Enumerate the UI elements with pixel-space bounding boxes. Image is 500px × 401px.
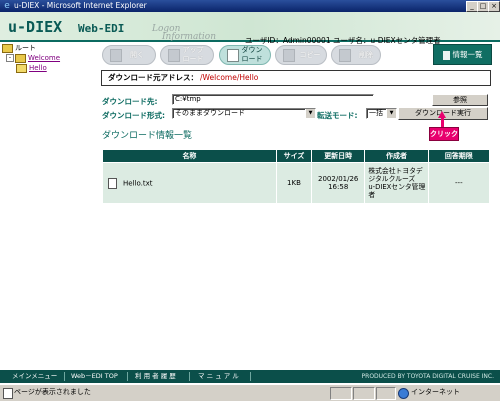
logon-line2: Information	[162, 32, 217, 42]
transfer-mode-label: 転送モード:	[317, 111, 358, 120]
download-source-address: ダウンロード元アドレス：/Welcome/Hello	[101, 70, 491, 86]
security-zone-label: インターネット	[411, 388, 460, 396]
app-logo: u-DIEX	[8, 18, 63, 36]
destination-input[interactable]: C:¥tmp	[172, 94, 374, 105]
collapse-icon[interactable]: -	[6, 54, 14, 62]
footer-edi-top-link[interactable]: Web－EDI TOP	[71, 370, 118, 383]
browser-status-bar: ページが表示されました インターネット	[0, 384, 500, 401]
callout-stem	[441, 117, 444, 127]
file-size-cell: 1KB	[276, 163, 312, 203]
status-panel	[376, 387, 396, 400]
upload-label: アップ ロード	[182, 46, 204, 63]
open-folder-icon	[16, 63, 27, 73]
address-label: ダウンロード元アドレス：	[108, 73, 198, 82]
table-row[interactable]: Hello.txt 1KB 2002/01/26 16:58 株式会社トヨタデ …	[103, 163, 489, 203]
transfer-mode-select[interactable]: 一括 ▼	[366, 108, 397, 119]
col-deadline-header: 回答期限	[428, 150, 489, 162]
footer-user-history-link[interactable]: 利 用 者 履 歴	[135, 370, 176, 383]
author-line: u-DIEXセンタ管理	[368, 183, 426, 191]
footer-manual-link[interactable]: マ ニ ュ ア ル	[198, 370, 239, 383]
col-size-header: サイズ	[276, 150, 312, 162]
file-icon	[108, 177, 117, 189]
col-name-header: 名称	[103, 150, 276, 162]
tree-link-welcome[interactable]: Welcome	[28, 54, 60, 62]
copy-label: コピー	[299, 51, 321, 59]
window-title-bar: e u-DIEX - Microsoft Internet Explorer _…	[0, 0, 500, 12]
list-icon	[442, 50, 450, 60]
chevron-down-icon[interactable]: ▼	[305, 109, 315, 118]
file-time: 16:58	[328, 183, 349, 191]
download-table: 名称 サイズ 更新日時 作成者 回答期限 Hello.txt 1KB 2002/…	[102, 149, 490, 204]
copy-icon	[283, 49, 295, 62]
file-name: Hello.txt	[123, 179, 153, 187]
footer-divider	[127, 372, 128, 381]
format-select[interactable]: そのままダウンロード ▼	[172, 108, 316, 119]
footer-divider	[250, 372, 251, 381]
destination-label: ダウンロード先:	[102, 97, 158, 106]
status-text: ページが表示されました	[14, 388, 91, 396]
upload-button[interactable]: アップ ロード	[160, 45, 214, 65]
delete-button[interactable]: 削除	[331, 45, 381, 65]
info-list-button[interactable]: 情報一覧	[433, 44, 492, 65]
info-list-label: 情報一覧	[452, 50, 483, 59]
open-label: 開く	[130, 51, 144, 59]
open-button[interactable]: 開く	[102, 45, 156, 65]
tree-link-hello[interactable]: Hello	[29, 64, 47, 72]
logon-information-label: Logon Information	[152, 25, 217, 42]
delete-icon	[339, 49, 351, 62]
download-label: ダウン ロード	[241, 46, 263, 63]
status-panel	[353, 387, 375, 400]
app-header: u-DIEX Web-EDI Logon Information ユーザID：A…	[0, 12, 500, 45]
file-name-cell[interactable]: Hello.txt	[103, 163, 276, 203]
tree-root-label: ルート	[15, 44, 36, 52]
footer-main-menu-link[interactable]: メインメニュー	[12, 370, 57, 383]
open-icon	[110, 49, 122, 62]
footer-divider	[189, 372, 190, 381]
upload-icon	[168, 49, 180, 62]
footer-nav: メインメニュー Web－EDI TOP 利 用 者 履 歴 マ ニ ュ ア ル …	[0, 370, 500, 383]
folder-icon	[2, 43, 13, 53]
file-deadline-cell: ---	[428, 163, 489, 203]
file-author-cell: 株式会社トヨタデ ジタルクルーズ u-DIEXセンタ管理 者	[365, 163, 428, 203]
file-date-cell: 2002/01/26 16:58	[312, 163, 365, 203]
click-callout: クリック	[429, 127, 459, 141]
file-date: 2002/01/26	[318, 175, 359, 183]
status-panel	[330, 387, 352, 400]
close-button[interactable]: ×	[488, 1, 500, 12]
footer-divider	[64, 372, 65, 381]
download-button[interactable]: ダウン ロード	[219, 45, 271, 65]
download-icon	[227, 49, 239, 62]
window-title: u-DIEX - Microsoft Internet Explorer	[14, 1, 147, 10]
folder-icon	[15, 53, 26, 63]
author-line: 者	[368, 191, 376, 199]
format-label: ダウンロード形式:	[102, 111, 165, 120]
address-value: /Welcome/Hello	[200, 73, 259, 82]
author-line: ジタルクルーズ	[368, 175, 416, 183]
delete-label: 削除	[359, 51, 373, 59]
tree-item-hello[interactable]: Hello	[2, 63, 98, 73]
internet-explorer-icon: e	[4, 1, 10, 11]
folder-tree: ルート - Welcome Hello	[2, 43, 98, 73]
page-icon	[3, 388, 13, 399]
footer-credit: PRODUCED BY TOYOTA DIGITAL CRUISE INC.	[361, 373, 494, 380]
transfer-mode-value: 一括	[369, 109, 383, 117]
download-list-title: ダウンロード情報一覧	[102, 131, 193, 141]
tree-item-root[interactable]: ルート	[2, 43, 98, 53]
internet-zone-icon	[398, 388, 409, 399]
table-header-row: 名称 サイズ 更新日時 作成者 回答期限	[103, 150, 489, 162]
copy-button[interactable]: コピー	[275, 45, 327, 65]
app-logo-subtitle: Web-EDI	[78, 22, 125, 35]
tree-item-welcome[interactable]: - Welcome	[2, 53, 98, 63]
col-date-header: 更新日時	[312, 150, 365, 162]
browse-button[interactable]: 参照	[432, 94, 488, 106]
col-author-header: 作成者	[365, 150, 428, 162]
author-line: 株式会社トヨタデ	[368, 167, 423, 175]
format-value: そのままダウンロード	[175, 109, 245, 117]
chevron-down-icon[interactable]: ▼	[386, 109, 396, 118]
